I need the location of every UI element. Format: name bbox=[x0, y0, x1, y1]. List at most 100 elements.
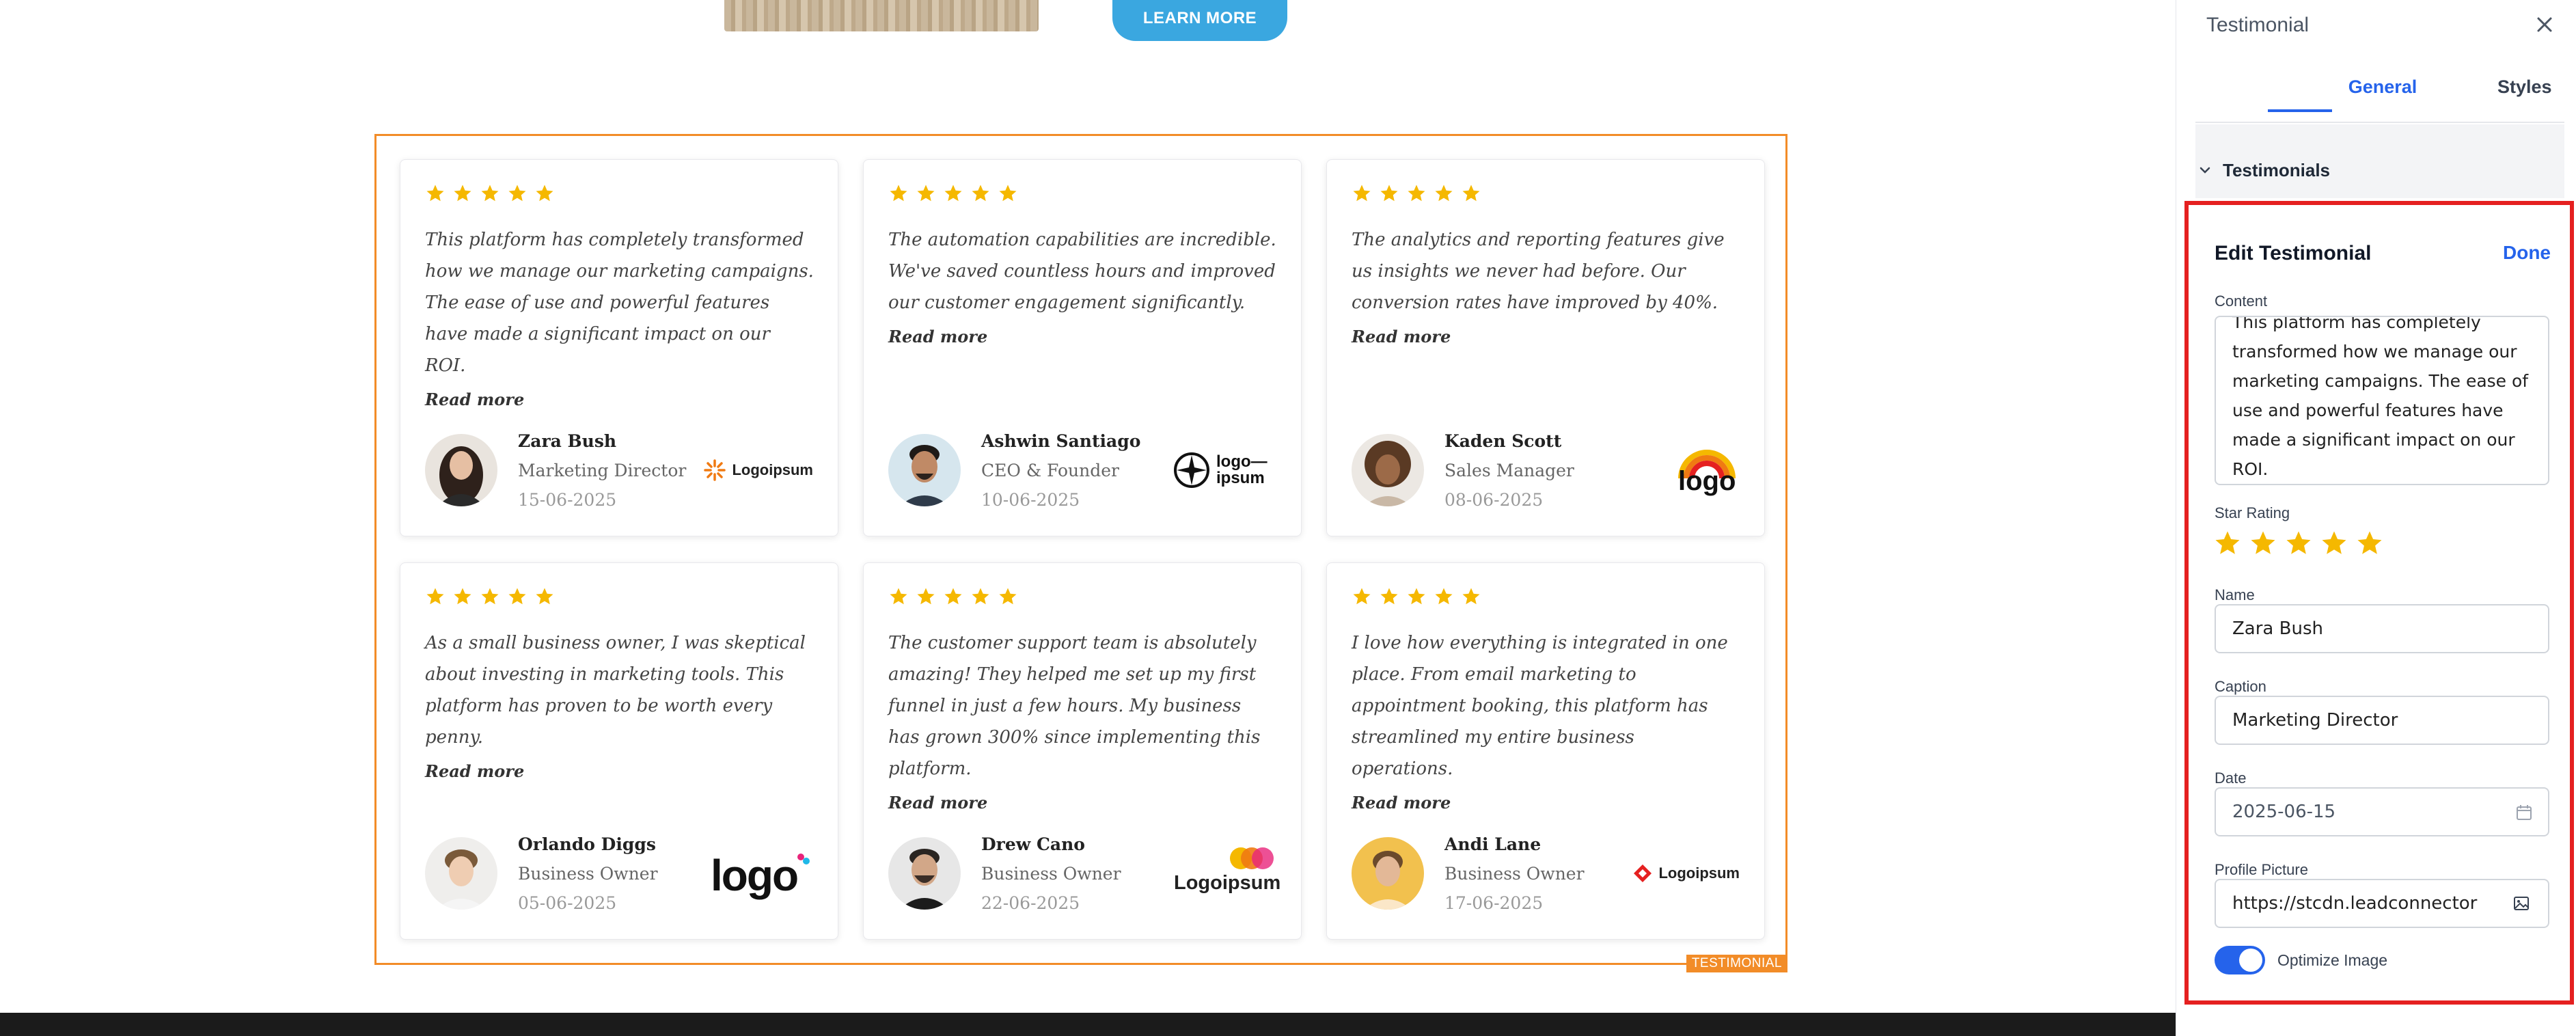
testimonial-card[interactable]: This platform has completely transformed… bbox=[400, 159, 838, 536]
calendar-icon[interactable] bbox=[2515, 804, 2533, 821]
hero-image bbox=[724, 0, 1039, 31]
company-logo-text: logo bbox=[711, 851, 799, 900]
star-icon bbox=[1353, 588, 1371, 605]
star-rating bbox=[888, 586, 1276, 607]
star-icon bbox=[917, 588, 935, 605]
page-canvas: LEARN MORE This platform has completely … bbox=[0, 0, 2176, 1036]
star-icon bbox=[1353, 185, 1371, 202]
settings-panel: Testimonial General Styles Testimonials … bbox=[2176, 0, 2576, 1036]
star-icon bbox=[508, 588, 526, 605]
content-textarea[interactable]: This platform has completely transformed… bbox=[2215, 316, 2549, 485]
company-logo: Logoipsum bbox=[703, 459, 813, 482]
date-input[interactable] bbox=[2215, 787, 2549, 836]
avatar bbox=[1352, 434, 1424, 506]
divider bbox=[2195, 122, 2564, 123]
star-icon bbox=[536, 588, 553, 605]
author-name: Ashwin Santiago bbox=[981, 431, 1141, 451]
star-icon bbox=[1380, 185, 1398, 202]
testimonials-accordion[interactable]: Testimonials bbox=[2195, 152, 2564, 189]
testimonial-author: Ashwin Santiago CEO & Founder 10-06-2025… bbox=[888, 431, 1276, 510]
company-logo-text: logo—ipsum bbox=[1216, 452, 1268, 487]
read-more-link[interactable]: Read more bbox=[1352, 793, 1451, 813]
avatar bbox=[425, 434, 497, 506]
learn-more-button[interactable]: LEARN MORE bbox=[1112, 0, 1287, 41]
author-date: 17-06-2025 bbox=[1444, 892, 1544, 913]
company-logo: logo bbox=[1674, 443, 1740, 497]
testimonial-card[interactable]: I love how everything is integrated in o… bbox=[1326, 562, 1765, 940]
company-logo: logo bbox=[711, 846, 813, 901]
done-button[interactable]: Done bbox=[2503, 242, 2551, 264]
testimonial-quote: The automation capabilities are incredib… bbox=[888, 230, 1276, 313]
testimonial-author: Drew Cano Business Owner 22-06-2025 Logo… bbox=[888, 834, 1280, 913]
read-more-link[interactable]: Read more bbox=[425, 761, 524, 781]
date-label: Date bbox=[2215, 769, 2247, 787]
optimize-image-label: Optimize Image bbox=[2277, 951, 2388, 969]
testimonial-quote: I love how everything is integrated in o… bbox=[1352, 633, 1728, 779]
star-icon bbox=[972, 185, 989, 202]
name-input[interactable] bbox=[2215, 604, 2549, 653]
read-more-link[interactable]: Read more bbox=[888, 793, 987, 813]
testimonial-card[interactable]: The customer support team is absolutely … bbox=[863, 562, 1302, 940]
star-icon bbox=[1408, 588, 1425, 605]
testimonial-quote: This platform has completely transformed… bbox=[425, 230, 814, 376]
testimonial-quote: As a small business owner, I was skeptic… bbox=[425, 633, 806, 748]
profile-picture-input[interactable] bbox=[2215, 879, 2496, 928]
chevron-down-icon bbox=[2200, 167, 2210, 174]
author-date: 22-06-2025 bbox=[981, 892, 1080, 913]
close-icon[interactable] bbox=[2530, 10, 2560, 40]
caption-input[interactable] bbox=[2215, 696, 2549, 745]
testimonial-card[interactable]: The analytics and reporting features giv… bbox=[1326, 159, 1765, 536]
toggle-knob bbox=[2239, 949, 2262, 972]
author-role: Sales Manager bbox=[1444, 460, 1574, 480]
optimize-image-toggle[interactable] bbox=[2215, 946, 2265, 974]
star-icon bbox=[454, 588, 471, 605]
star-icon[interactable] bbox=[2213, 529, 2242, 558]
tab-general[interactable]: General bbox=[2348, 77, 2417, 98]
star-rating bbox=[1352, 586, 1740, 607]
testimonial-card[interactable]: The automation capabilities are incredib… bbox=[863, 159, 1302, 536]
edit-title: Edit Testimonial bbox=[2215, 242, 2372, 264]
testimonial-card[interactable]: As a small business owner, I was skeptic… bbox=[400, 562, 838, 940]
next-section-preview bbox=[0, 1013, 2176, 1036]
read-more-link[interactable]: Read more bbox=[425, 390, 524, 409]
star-rating bbox=[888, 183, 1276, 204]
star-icon bbox=[454, 185, 471, 202]
star-rating-input[interactable] bbox=[2213, 529, 2384, 558]
read-more-link[interactable]: Read more bbox=[888, 327, 987, 346]
company-logo-text: Logoipsum bbox=[1658, 864, 1740, 882]
avatar bbox=[1352, 837, 1424, 910]
company-logo-text: Logoipsum bbox=[732, 461, 813, 478]
star-icon bbox=[944, 185, 962, 202]
author-role: CEO & Founder bbox=[981, 460, 1120, 480]
author-name: Andi Lane bbox=[1444, 834, 1542, 854]
image-picker-button[interactable] bbox=[2495, 879, 2549, 928]
author-role: Business Owner bbox=[981, 863, 1121, 884]
star-rating bbox=[425, 183, 813, 204]
star-icon bbox=[536, 185, 553, 202]
star-icon bbox=[1462, 588, 1480, 605]
testimonial-author: Andi Lane Business Owner 17-06-2025 Logo… bbox=[1352, 834, 1740, 913]
author-role: Marketing Director bbox=[518, 460, 687, 480]
star-icon bbox=[999, 588, 1017, 605]
star-icon bbox=[1380, 588, 1398, 605]
star-icon[interactable] bbox=[2284, 529, 2313, 558]
star-rating bbox=[425, 586, 813, 607]
panel-tabs: General Styles bbox=[2190, 68, 2576, 118]
name-label: Name bbox=[2215, 586, 2255, 603]
tab-styles[interactable]: Styles bbox=[2497, 77, 2552, 98]
section-tag: TESTIMONIAL bbox=[1686, 955, 1787, 972]
testimonial-author: Orlando Diggs Business Owner 05-06-2025 … bbox=[425, 834, 813, 913]
company-logo: Logoipsum bbox=[1174, 846, 1280, 901]
author-name: Drew Cano bbox=[981, 834, 1085, 854]
testimonial-section[interactable]: This platform has completely transformed… bbox=[374, 134, 1787, 972]
star-icon bbox=[426, 588, 444, 605]
star-icon[interactable] bbox=[2355, 529, 2384, 558]
author-role: Business Owner bbox=[518, 863, 658, 884]
star-icon bbox=[1408, 185, 1425, 202]
author-name: Zara Bush bbox=[518, 431, 617, 451]
read-more-link[interactable]: Read more bbox=[1352, 327, 1451, 346]
testimonials-label: Testimonials bbox=[2223, 159, 2331, 180]
content-label: Content bbox=[2215, 292, 2268, 310]
star-icon[interactable] bbox=[2320, 529, 2348, 558]
star-icon[interactable] bbox=[2249, 529, 2277, 558]
